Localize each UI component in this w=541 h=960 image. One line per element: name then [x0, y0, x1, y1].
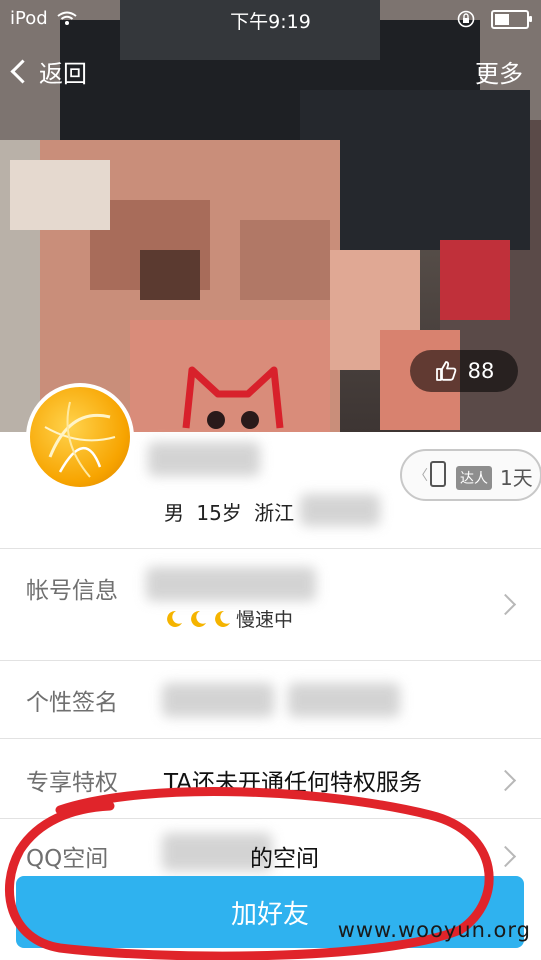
chevron-left-icon	[10, 59, 35, 84]
row-label: 帐号信息	[26, 578, 118, 604]
privilege-value: TA还未开通任何特权服务	[164, 770, 422, 796]
row-account-info[interactable]: 帐号信息 慢速中	[0, 548, 541, 661]
speed-text: 慢速中	[236, 609, 294, 631]
signature-redacted	[162, 683, 274, 717]
moon-icon	[191, 610, 206, 627]
gender-label: 男	[164, 501, 184, 525]
cover-photo: iPod 下午9:19 返回 更多 88	[0, 0, 541, 432]
badge-tag: 达人	[456, 466, 492, 490]
moon-icon	[167, 610, 182, 627]
orientation-lock-icon	[457, 10, 475, 28]
row-signature[interactable]: 个性签名	[0, 660, 541, 739]
profile-meta: 男 15岁 浙江	[164, 497, 294, 526]
level-badge[interactable]: 〈 达人 1天	[400, 449, 541, 501]
wings-icon: 〈	[414, 468, 428, 484]
back-button[interactable]: 返回	[10, 54, 87, 89]
battery-icon	[491, 9, 532, 29]
avatar-image	[44, 401, 116, 478]
like-count: 88	[467, 359, 495, 383]
account-redacted	[146, 567, 316, 601]
phone-icon	[430, 461, 446, 487]
qzone-value: 的空间	[250, 846, 319, 872]
more-button[interactable]: 更多	[475, 54, 523, 89]
row-label: 专享特权	[26, 770, 118, 796]
badge-days: 1天	[500, 466, 533, 490]
chevron-right-icon	[494, 845, 517, 868]
row-privilege[interactable]: 专享特权 TA还未开通任何特权服务	[0, 738, 541, 819]
fox-sticker	[182, 366, 284, 429]
row-label: 个性签名	[26, 690, 118, 716]
location-label: 浙江	[254, 501, 295, 525]
location-redacted	[300, 494, 380, 526]
back-label: 返回	[39, 60, 87, 88]
age-label: 15岁	[196, 501, 242, 525]
chevron-right-icon	[494, 769, 517, 792]
row-qzone[interactable]: QQ空间 的空间	[0, 818, 541, 879]
avatar[interactable]	[26, 383, 134, 491]
thumbs-up-icon	[435, 361, 456, 381]
row-label: QQ空间	[26, 846, 109, 872]
watermark: www.wooyun.org	[337, 918, 531, 942]
like-button[interactable]: 88	[410, 350, 518, 392]
signature-redacted	[288, 683, 400, 717]
nickname-redacted	[148, 442, 260, 476]
chevron-right-icon	[494, 593, 517, 616]
moon-icon	[215, 610, 230, 627]
status-bar: iPod 下午9:19	[0, 0, 541, 36]
speed-indicator: 慢速中	[164, 605, 293, 632]
